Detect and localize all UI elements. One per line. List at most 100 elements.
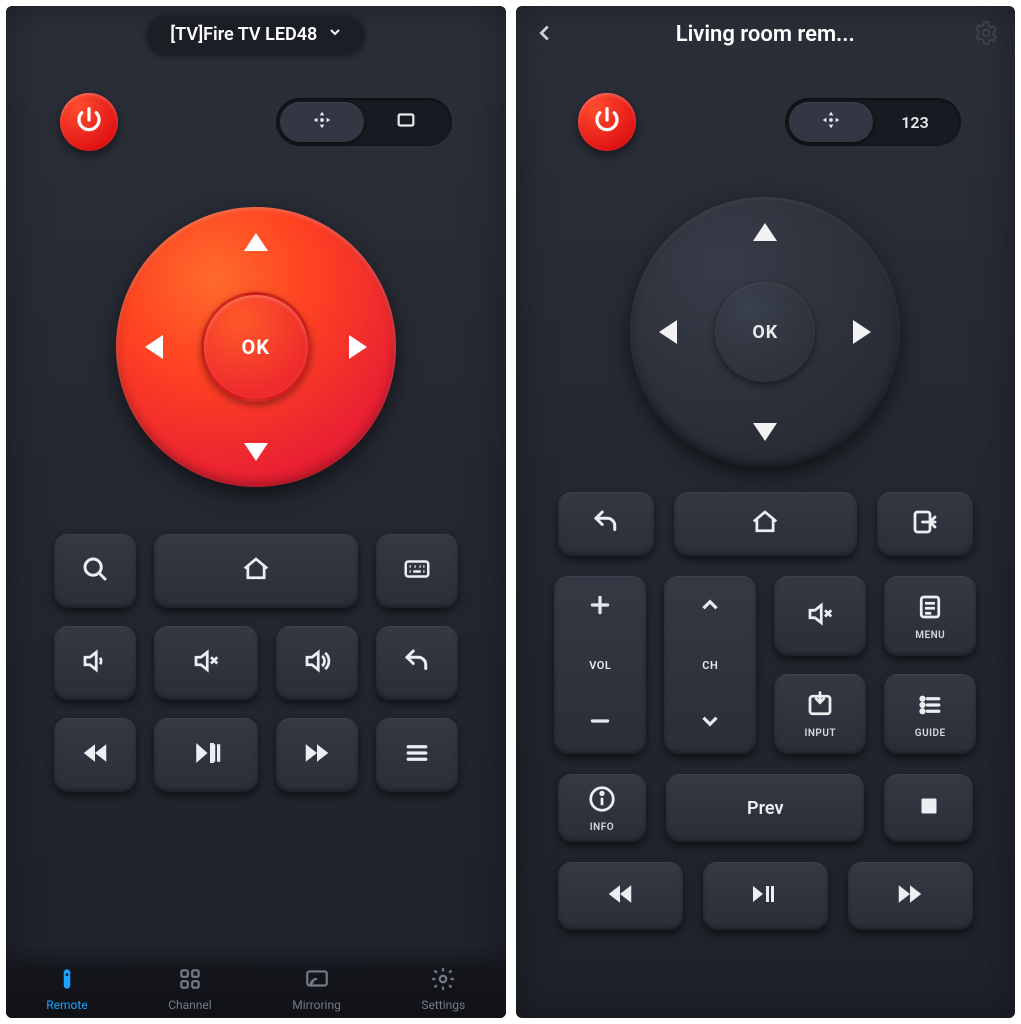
dpad-right-button[interactable]: [853, 320, 871, 344]
exit-button[interactable]: [877, 492, 973, 556]
power-button[interactable]: [60, 93, 118, 151]
back-button[interactable]: [376, 626, 458, 700]
info-button[interactable]: INFO: [558, 774, 647, 842]
play-pause-icon: [190, 738, 222, 772]
mode-toggle: 123: [785, 98, 961, 146]
volume-down-button[interactable]: [587, 708, 613, 738]
fast-forward-button[interactable]: [276, 718, 358, 792]
mute-button[interactable]: [154, 626, 258, 700]
mode-num-label: 123: [901, 113, 928, 132]
tab-label: Channel: [168, 998, 211, 1012]
vol-label: VOL: [589, 659, 611, 672]
volume-down-button[interactable]: [54, 626, 136, 700]
mode-touchpad-button[interactable]: [364, 102, 448, 142]
button-grid: [6, 512, 506, 792]
touchpad-rect-icon: [395, 109, 417, 135]
rewind-button[interactable]: [558, 862, 683, 930]
top-bar: Living room rem...: [516, 6, 1016, 62]
input-icon: [805, 690, 835, 724]
home-icon: [750, 507, 780, 541]
home-icon: [241, 554, 271, 588]
tab-remote[interactable]: Remote: [46, 966, 87, 1012]
dpad-move-icon: [311, 109, 333, 135]
home-button[interactable]: [674, 492, 858, 556]
button-grid: VOL MENU CH INPUT GUIDE: [516, 482, 1016, 930]
chevron-down-icon: [327, 24, 343, 45]
dpad-right-button[interactable]: [349, 335, 367, 359]
search-button[interactable]: [54, 534, 136, 608]
top-bar: [TV]Fire TV LED48: [6, 6, 506, 62]
volume-up-button[interactable]: [587, 592, 613, 622]
volume-up-icon: [302, 646, 332, 680]
transport-row: [558, 862, 974, 930]
menu-button[interactable]: MENU: [884, 576, 976, 656]
settings-button[interactable]: [973, 20, 999, 50]
dpad-ok-button[interactable]: OK: [715, 282, 815, 382]
home-button[interactable]: [154, 534, 358, 608]
remote-panel-fire-tv: [TV]Fire TV LED48: [6, 6, 506, 1018]
channel-down-button[interactable]: [697, 708, 723, 738]
tab-mirroring[interactable]: Mirroring: [292, 966, 341, 1012]
volume-up-button[interactable]: [276, 626, 358, 700]
keyboard-button[interactable]: [376, 534, 458, 608]
channel-icon: [177, 966, 203, 995]
ok-label: OK: [752, 322, 778, 343]
remote-icon: [54, 966, 80, 995]
mute-icon: [191, 646, 221, 680]
mode-numeric-button[interactable]: 123: [873, 102, 957, 142]
menu-label: MENU: [915, 630, 945, 641]
play-pause-icon: [750, 879, 780, 913]
device-name: [TV]Fire TV LED48: [170, 24, 317, 45]
gear-icon: [430, 966, 456, 995]
tab-label: Remote: [46, 998, 87, 1012]
tab-label: Settings: [421, 998, 465, 1012]
mode-dpad-button[interactable]: [280, 102, 364, 142]
tab-label: Mirroring: [292, 998, 341, 1012]
mirroring-icon: [304, 966, 330, 995]
input-button[interactable]: INPUT: [774, 674, 866, 754]
gear-icon: [973, 31, 999, 50]
hamburger-icon: [402, 738, 432, 772]
device-selector-pill[interactable]: [TV]Fire TV LED48: [146, 14, 365, 55]
ok-label: OK: [241, 335, 270, 359]
keyboard-icon: [402, 554, 432, 588]
dpad-area: OK: [6, 182, 506, 512]
play-pause-button[interactable]: [703, 862, 828, 930]
page-title: Living room rem...: [676, 22, 855, 47]
prev-button[interactable]: Prev: [666, 774, 864, 842]
dpad-down-button[interactable]: [244, 443, 268, 461]
rewind-icon: [80, 738, 110, 772]
exit-icon: [910, 507, 940, 541]
back-button[interactable]: [558, 492, 654, 556]
fast-forward-button[interactable]: [848, 862, 973, 930]
tab-channel[interactable]: Channel: [168, 966, 211, 1012]
dpad-up-button[interactable]: [244, 233, 268, 251]
guide-button[interactable]: GUIDE: [884, 674, 976, 754]
menu-lines-button[interactable]: [376, 718, 458, 792]
back-arc-icon: [591, 507, 621, 541]
dpad-area: OK: [516, 182, 1016, 482]
dpad-left-button[interactable]: [659, 320, 677, 344]
dpad-ok-button[interactable]: OK: [201, 292, 311, 402]
power-button[interactable]: [578, 93, 636, 151]
dpad-down-button[interactable]: [753, 423, 777, 441]
channel-up-button[interactable]: [697, 592, 723, 622]
rewind-button[interactable]: [54, 718, 136, 792]
fast-forward-icon: [302, 738, 332, 772]
play-pause-button[interactable]: [154, 718, 258, 792]
mute-button[interactable]: [774, 576, 866, 656]
dpad-move-icon: [820, 109, 842, 135]
power-icon: [592, 105, 622, 139]
dpad-up-button[interactable]: [753, 223, 777, 241]
back-button[interactable]: [534, 22, 556, 48]
power-icon: [74, 105, 104, 139]
mode-dpad-button[interactable]: [789, 102, 873, 142]
bottom-nav: Remote Channel Mirroring Settings: [6, 946, 506, 1018]
volume-rocker: VOL: [554, 576, 646, 754]
info-label: INFO: [590, 822, 614, 833]
stop-button[interactable]: [884, 774, 973, 842]
chevron-left-icon: [534, 29, 556, 48]
tab-settings[interactable]: Settings: [421, 966, 465, 1012]
dpad-left-button[interactable]: [145, 335, 163, 359]
channel-rocker: CH: [664, 576, 756, 754]
